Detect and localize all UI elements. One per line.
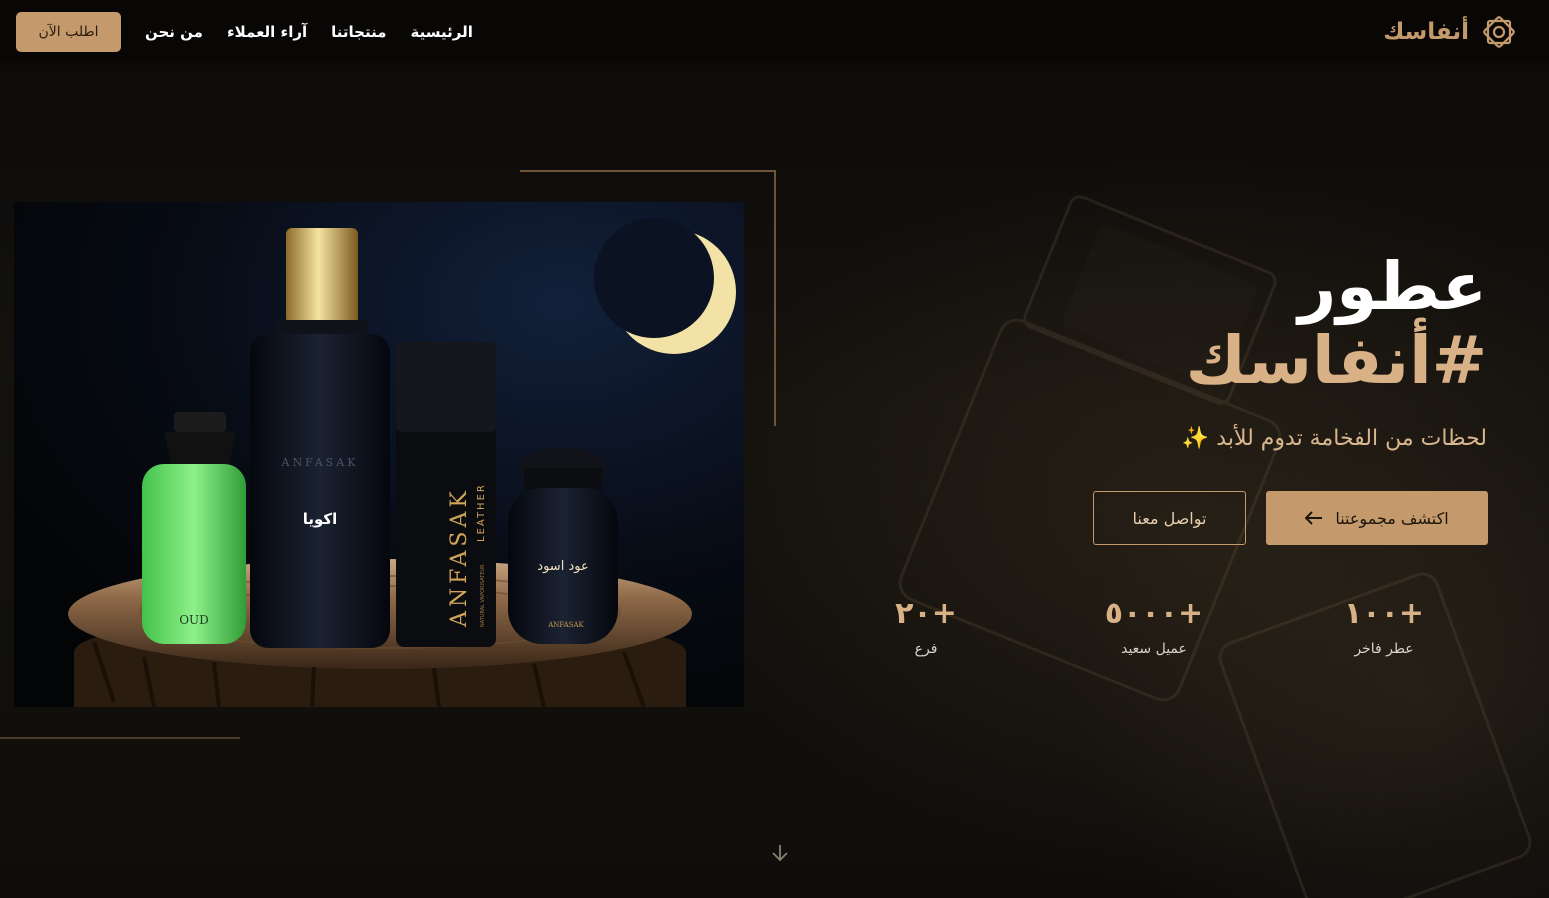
stat-branches: ٢٠+ فرع bbox=[846, 596, 1006, 657]
product-hero-image: OUD ANFASAK اكويا ANFASAK LEATHER NATURA… bbox=[14, 202, 744, 707]
hero-tagline: لحظات من الفخامة تدوم للأبد ✨ bbox=[867, 426, 1487, 451]
jar-label: عود اسود bbox=[537, 559, 588, 574]
hero-headline-line2: #أنفاسك bbox=[1185, 322, 1487, 399]
arrow-left-icon bbox=[1305, 511, 1323, 525]
tagline-text: لحظات من الفخامة تدوم للأبد bbox=[1216, 426, 1487, 451]
explore-collection-button[interactable]: اكتشف مجموعتنا bbox=[1266, 491, 1488, 545]
box-bottle-brand: ANFASAK bbox=[447, 487, 472, 628]
stat-label: فرع bbox=[914, 641, 938, 657]
box-bottle-sub: LEATHER bbox=[476, 483, 487, 542]
geometric-star-logo-icon bbox=[1483, 15, 1515, 48]
tall-bottle-brand: ANFASAK bbox=[281, 456, 359, 469]
hero-text: عطور #أنفاسك لحظات من الفخامة تدوم للأبد… bbox=[867, 248, 1487, 452]
stat-value: ٥٠٠٠+ bbox=[1104, 596, 1204, 631]
nav-links: الرئيسية منتجاتنا آراء العملاء من نحن bbox=[145, 23, 473, 41]
stat-label: عميل سعيد bbox=[1121, 641, 1187, 657]
box-bottle-small: NATURAL VAPORISATEUR bbox=[480, 564, 486, 627]
jar-brand: ANFASAK bbox=[547, 621, 584, 629]
sparkle-icon: ✨ bbox=[1181, 426, 1210, 451]
leather-box-bottle: ANFASAK LEATHER NATURAL VAPORISATEUR bbox=[396, 342, 496, 647]
nav-link-testimonials[interactable]: آراء العملاء bbox=[227, 23, 307, 41]
frame-line-bottom bbox=[0, 737, 240, 739]
nav-link-home[interactable]: الرئيسية bbox=[411, 23, 473, 41]
cta-row: اكتشف مجموعتنا تواصل معنا bbox=[1093, 491, 1488, 545]
frame-line-top bbox=[520, 170, 776, 172]
hero-headline-line1: عطور bbox=[1298, 248, 1487, 325]
stat-customers: ٥٠٠٠+ عميل سعيد bbox=[1074, 596, 1234, 657]
tall-bottle-label: اكويا bbox=[303, 510, 338, 528]
stat-label: عطر فاخر bbox=[1354, 641, 1414, 657]
stat-perfumes: ١٠٠+ عطر فاخر bbox=[1304, 596, 1464, 657]
arrow-down-icon[interactable] bbox=[770, 843, 790, 863]
nav-left-group: اطلب الآن الرئيسية منتجاتنا آراء العملاء… bbox=[16, 11, 473, 52]
nav-link-products[interactable]: منتجاتنا bbox=[331, 23, 386, 41]
contact-us-button[interactable]: تواصل معنا bbox=[1093, 491, 1246, 545]
oud-bottle-label: OUD bbox=[179, 613, 209, 627]
frame-line-right bbox=[774, 170, 776, 426]
brand-name: أنفاسك bbox=[1383, 18, 1469, 45]
explore-collection-label: اكتشف مجموعتنا bbox=[1335, 508, 1449, 528]
order-now-button[interactable]: اطلب الآن bbox=[16, 11, 121, 52]
stat-value: ٢٠+ bbox=[895, 596, 957, 631]
stat-value: ١٠٠+ bbox=[1343, 596, 1425, 631]
nav-link-about[interactable]: من نحن bbox=[145, 23, 203, 41]
navbar: اطلب الآن الرئيسية منتجاتنا آراء العملاء… bbox=[0, 0, 1549, 63]
black-jar: عود اسود ANFASAK bbox=[508, 448, 618, 644]
brand[interactable]: أنفاسك bbox=[1383, 12, 1519, 52]
